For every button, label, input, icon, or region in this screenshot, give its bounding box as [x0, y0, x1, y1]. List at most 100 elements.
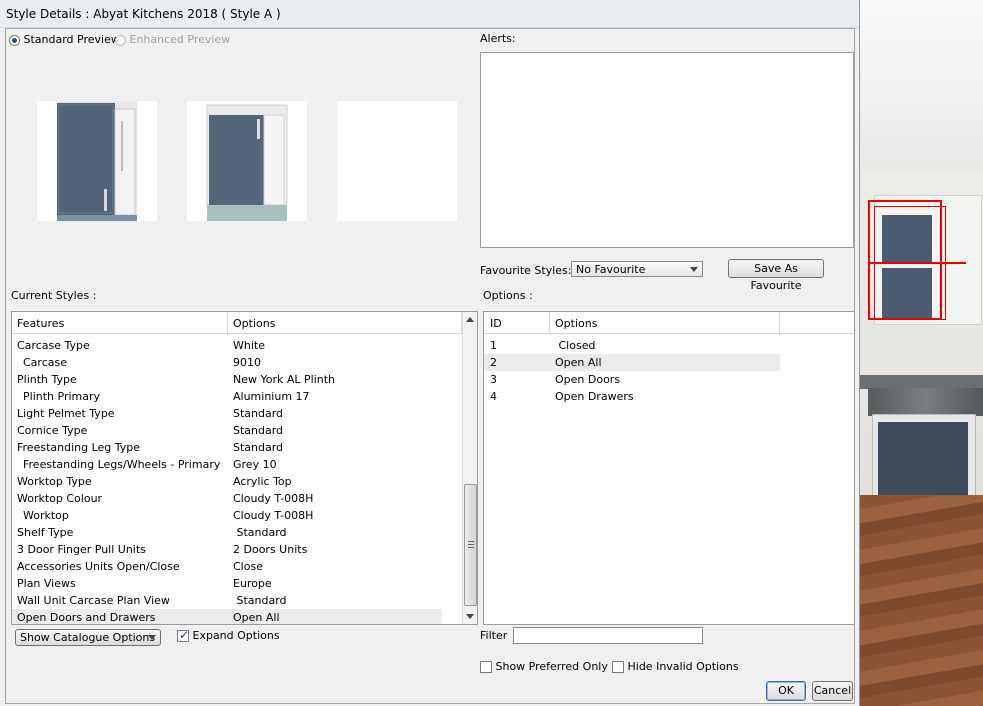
feature-cell: Light Pelmet Type	[17, 407, 115, 420]
option-cell: Aluminium 17	[233, 390, 310, 403]
feature-cell: Plinth Primary	[23, 390, 101, 403]
feature-cell: Freestanding Legs/Wheels - Primary	[23, 458, 221, 471]
enhanced-preview-label: Enhanced Preview	[129, 33, 231, 46]
table-row[interactable]: Open Doors and Drawers Open All	[12, 609, 442, 624]
option-cell: Standard	[233, 441, 284, 454]
option-cell: White	[233, 339, 265, 352]
cancel-button[interactable]: Cancel	[812, 681, 853, 701]
preview-thumbnail-2[interactable]	[187, 101, 307, 221]
scene-floor	[860, 495, 983, 706]
table-row[interactable]: Cornice Type Standard	[12, 422, 442, 439]
column-divider[interactable]	[227, 312, 228, 334]
option-cell: Acrylic Top	[233, 475, 292, 488]
dialog-body: Standard Preview Enhanced Preview Alerts…	[5, 28, 855, 704]
ok-button[interactable]: OK	[766, 681, 806, 701]
table-row[interactable]: Worktop Type Acrylic Top	[12, 473, 442, 490]
feature-cell: Shelf Type	[17, 526, 74, 539]
feature-cell: Worktop Colour	[17, 492, 103, 505]
table-row[interactable]: Wall Unit Carcase Plan View Standard	[12, 592, 442, 609]
option-id-cell: 2	[490, 356, 497, 369]
option-cell: Standard	[233, 526, 287, 539]
expand-options-label: Expand Options	[192, 629, 280, 642]
option-id-cell: 4	[490, 390, 497, 403]
filter-input[interactable]	[513, 627, 703, 644]
option-cell: Cloudy T-008H	[233, 509, 314, 522]
list-item[interactable]: 4 Open Drawers	[484, 388, 780, 405]
list-item[interactable]: 3 Open Doors	[484, 371, 780, 388]
option-name-cell: Open All	[555, 356, 602, 369]
column-header-options[interactable]: Options	[233, 317, 275, 330]
option-cell: Open All	[233, 611, 280, 624]
option-cell: Standard	[233, 594, 287, 607]
options-header: ID Options	[484, 312, 854, 334]
table-row[interactable]: Carcase Type White	[12, 337, 442, 354]
options-table: ID Options 1 Closed 2 Open All 3 Open Doors 4…	[483, 311, 855, 625]
checkbox-icon	[612, 661, 624, 673]
option-name-cell: Open Drawers	[555, 390, 634, 403]
table-row[interactable]: Plinth Type New York AL Plinth	[12, 371, 442, 388]
show-catalogue-options-label: Show Catalogue Options	[20, 631, 156, 644]
table-row[interactable]: Carcase 9010	[12, 354, 442, 371]
feature-cell: Cornice Type	[17, 424, 88, 437]
table-row[interactable]: Worktop Colour Cloudy T-008H	[12, 490, 442, 507]
scroll-down-icon[interactable]	[466, 614, 474, 619]
show-preferred-only-label: Show Preferred Only	[495, 660, 608, 673]
hide-invalid-options-checkbox[interactable]: Hide Invalid Options	[612, 660, 739, 673]
table-row[interactable]: Shelf Type Standard	[12, 524, 442, 541]
column-divider[interactable]	[549, 312, 550, 334]
option-name-cell: Open Doors	[555, 373, 621, 386]
column-header-option[interactable]: Options	[555, 317, 597, 330]
style-details-dialog: Style Details : Abyat Kitchens 2018 ( St…	[0, 0, 860, 706]
kitchen-3d-scene	[860, 0, 983, 706]
show-catalogue-options-dropdown[interactable]: Show Catalogue Options	[15, 629, 161, 646]
expand-options-checkbox[interactable]: Expand Options	[177, 628, 280, 642]
scene-ceiling	[860, 0, 983, 170]
list-item[interactable]: 2 Open All	[484, 354, 780, 371]
scrollbar-thumb[interactable]	[464, 484, 477, 606]
table-row[interactable]: 3 Door Finger Pull Units 2 Doors Units	[12, 541, 442, 558]
feature-cell: Plinth Type	[17, 373, 77, 386]
feature-cell: Accessories Units Open/Close	[17, 560, 180, 573]
feature-cell: Carcase Type	[17, 339, 90, 352]
column-header-id[interactable]: ID	[490, 317, 502, 330]
option-cell: 2 Doors Units	[233, 543, 308, 556]
feature-cell: 3 Door Finger Pull Units	[17, 543, 146, 556]
table-row[interactable]: Accessories Units Open/Close Close	[12, 558, 442, 575]
grip-icon	[468, 544, 474, 545]
preview-thumbnail-3[interactable]	[337, 101, 457, 221]
feature-cell: Plan Views	[17, 577, 76, 590]
alerts-label: Alerts:	[480, 32, 516, 45]
standard-preview-radio[interactable]: Standard Preview	[9, 33, 120, 46]
option-id-cell: 1	[490, 339, 497, 352]
table-row[interactable]: Light Pelmet Type Standard	[12, 405, 442, 422]
table-row[interactable]: Plinth Primary Aluminium 17	[12, 388, 442, 405]
favourite-styles-label: Favourite Styles:	[480, 264, 572, 277]
options-label: Options :	[483, 289, 533, 302]
option-cell: Standard	[233, 424, 284, 437]
favourite-styles-dropdown[interactable]: No Favourite	[571, 261, 703, 277]
column-header-features[interactable]: Features	[17, 317, 64, 330]
table-row[interactable]: Plan Views Europe	[12, 575, 442, 592]
radio-disabled-icon	[115, 34, 126, 46]
feature-cell: Wall Unit Carcase Plan View	[17, 594, 170, 607]
preview-thumbnail-1[interactable]	[37, 101, 157, 221]
filter-label: Filter	[480, 629, 508, 642]
title-bar: Style Details : Abyat Kitchens 2018 ( St…	[0, 0, 859, 28]
option-cell: Cloudy T-008H	[233, 492, 314, 505]
scroll-up-icon[interactable]	[466, 317, 474, 322]
table-row[interactable]: Freestanding Legs/Wheels - Primary Grey 1…	[12, 456, 442, 473]
enhanced-preview-radio[interactable]: Enhanced Preview	[115, 33, 230, 46]
cabinet-open-preview-image	[57, 101, 137, 221]
grip-icon	[468, 541, 474, 542]
list-item[interactable]: 1 Closed	[484, 337, 780, 354]
window-title: Style Details : Abyat Kitchens 2018 ( St…	[6, 7, 281, 21]
table-row[interactable]: Freestanding Leg Type Standard	[12, 439, 442, 456]
save-as-favourite-button[interactable]: Save As Favourite	[728, 259, 824, 292]
table-row[interactable]: Worktop Cloudy T-008H	[12, 507, 442, 524]
show-preferred-only-checkbox[interactable]: Show Preferred Only	[480, 660, 608, 673]
option-cell: 9010	[233, 356, 261, 369]
checkbox-checked-icon	[177, 628, 189, 642]
current-styles-scrollbar[interactable]	[462, 312, 477, 624]
option-cell: Standard	[233, 407, 284, 420]
column-divider[interactable]	[779, 312, 780, 334]
